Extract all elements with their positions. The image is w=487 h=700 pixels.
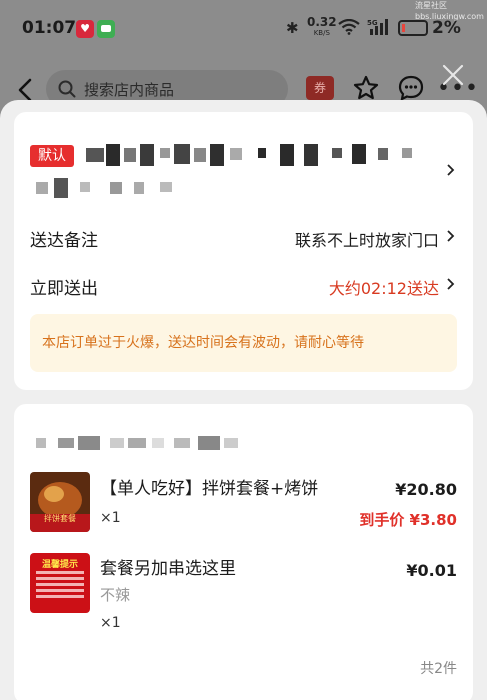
message-notification-icon [97,20,115,38]
product-image-caption: 温馨提示 [41,560,78,570]
favorite-star-icon[interactable] [352,74,380,102]
delivery-note-chevron-icon [447,230,455,242]
product-image: 温馨提示 [30,553,90,613]
product-spec: 不辣 [100,586,131,604]
product-price: ¥0.01 [406,561,457,580]
back-arrow-icon[interactable] [16,78,36,102]
order-items-card: 拌饼套餐 【单人吃好】拌饼套餐+烤饼 ×1 ¥20.80 到手价 ¥3.80 温… [14,404,473,700]
product-final-price: 到手价 ¥3.80 [359,511,457,529]
delivery-time-chevron-icon [447,278,455,290]
wifi-icon [338,19,360,35]
product-price: ¥20.80 [395,480,457,499]
product-name: 【单人吃好】拌饼套餐+烤饼 [100,479,319,499]
busy-notice-banner: 本店订单过于火爆，送达时间会有波动，请耐心等待 [30,314,457,372]
signal-type: 5G [367,19,378,27]
chat-icon[interactable] [397,74,425,102]
status-time: 01:07 [22,18,77,38]
default-address-badge: 默认 [30,145,74,167]
delivery-time-label: 立即送出 [30,279,98,299]
total-item-count: 共2件 [420,661,457,677]
product-image: 拌饼套餐 [30,472,90,532]
delivery-info-card: 默认 送达备注 联系不上时放家门口 立即送出 大约02:12送达 本店订单过于火… [14,112,473,390]
bluetooth-icon: ✱ [286,19,299,37]
delivery-note-label: 送达备注 [30,231,98,251]
status-bar: 流星社区 bbs.liuxingw.com 01:07 ♥ ✱ 0.32 KB/… [0,0,487,58]
delivery-time-value: 大约02:12送达 [328,279,439,298]
app-notification-icon: ♥ [76,20,94,38]
product-quantity: ×1 [100,510,121,526]
search-icon [58,80,76,98]
product-quantity: ×1 [100,615,121,631]
product-image-caption: 拌饼套餐 [30,514,90,532]
address-chevron-icon [447,164,455,176]
battery-percent: 2% [432,18,461,38]
delivery-note-value: 联系不上时放家门口 [294,231,439,250]
network-speed: 0.32 KB/S [307,15,337,37]
product-name: 套餐另加串选这里 [100,559,236,579]
battery-icon [398,20,428,36]
coupon-icon[interactable]: 券 [306,76,334,100]
search-placeholder: 搜索店内商品 [84,81,175,99]
signal-icon: 5G [367,19,388,35]
close-icon[interactable] [440,62,466,88]
